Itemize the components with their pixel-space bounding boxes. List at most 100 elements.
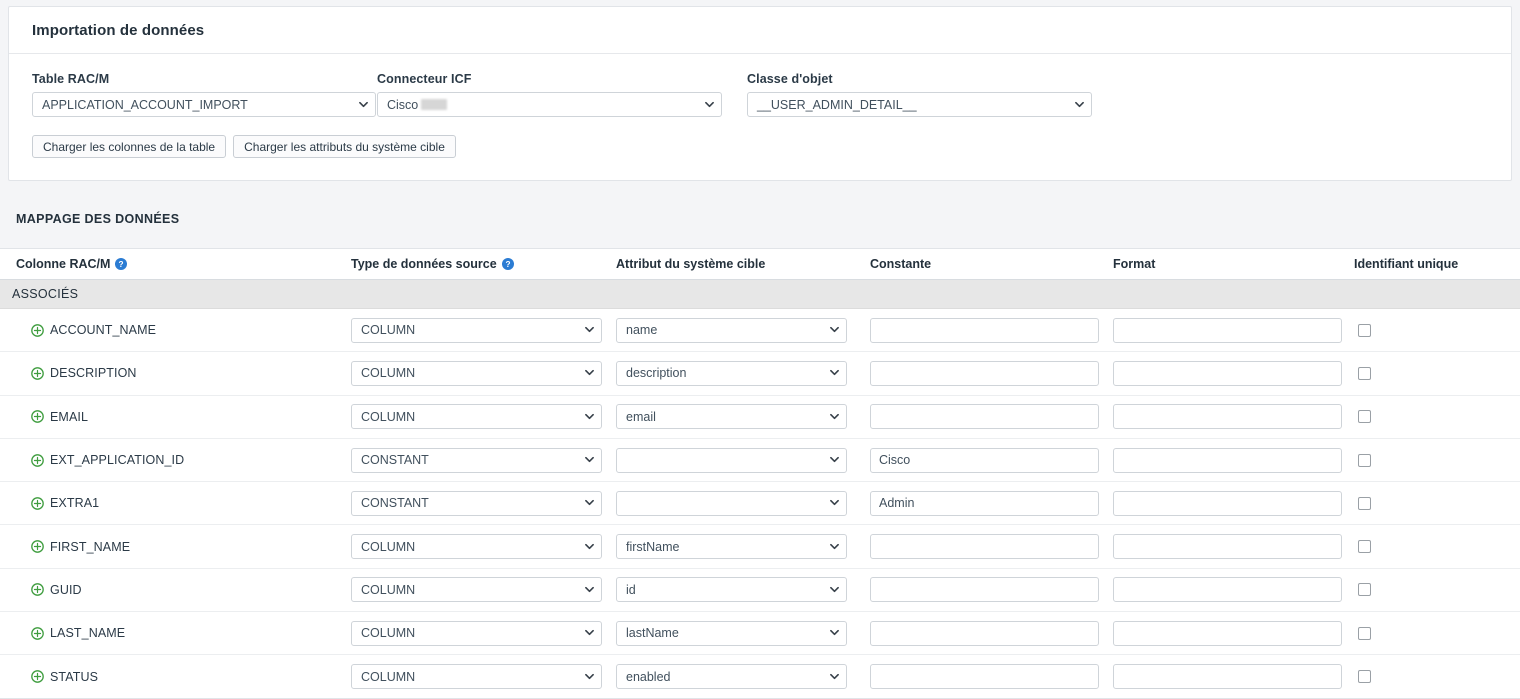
plus-circle-icon[interactable] [31, 323, 44, 337]
unique-id-checkbox[interactable] [1358, 410, 1371, 424]
format-input[interactable] [1113, 534, 1342, 560]
select-source-data-type[interactable]: COLUMN [351, 577, 602, 603]
svg-text:?: ? [119, 260, 124, 269]
load-target-attributes-button[interactable]: Charger les attributs du système cible [233, 135, 456, 158]
column-header-racm-column-label: Colonne RAC/M [16, 257, 111, 271]
table-row: ACCOUNT_NAME COLUMN name [0, 309, 1520, 353]
select-table-racm[interactable]: APPLICATION_ACCOUNT_IMPORT [32, 92, 376, 117]
cell-racm-column: ACCOUNT_NAME [0, 323, 348, 337]
plus-circle-icon[interactable] [31, 453, 44, 467]
select-target-attribute[interactable]: email [616, 404, 847, 430]
select-target-attribute[interactable] [616, 447, 847, 473]
cell-format [1110, 317, 1354, 343]
format-input[interactable] [1113, 404, 1342, 430]
cell-unique-id [1354, 626, 1520, 640]
mapping-section-title: MAPPAGE DES DONNÉES [16, 212, 180, 226]
chevron-down-icon [830, 455, 839, 464]
select-target-attribute[interactable]: description [616, 360, 847, 386]
racm-column-name: EXT_APPLICATION_ID [16, 453, 348, 467]
help-circle-icon[interactable]: ? [501, 258, 514, 270]
format-input[interactable] [1113, 447, 1342, 473]
constant-input[interactable] [870, 360, 1099, 386]
select-target-attribute[interactable] [616, 490, 847, 516]
select-object-class-value: __USER_ADMIN_DETAIL__ [757, 97, 917, 112]
select-target-attribute[interactable]: id [616, 577, 847, 603]
select-target-attribute[interactable]: lastName [616, 620, 847, 646]
racm-column-name: EMAIL [16, 410, 348, 424]
select-source-data-type[interactable]: COLUMN [351, 317, 602, 343]
format-input[interactable] [1113, 664, 1342, 690]
racm-column-label: EMAIL [50, 409, 89, 424]
select-source-data-type[interactable]: COLUMN [351, 534, 602, 560]
load-table-columns-button[interactable]: Charger les colonnes de la table [32, 135, 227, 158]
select-source-data-type[interactable]: COLUMN [351, 360, 602, 386]
unique-id-checkbox[interactable] [1358, 540, 1371, 554]
help-circle-icon[interactable]: ? [115, 258, 128, 270]
constant-input[interactable] [870, 577, 1099, 603]
label-connector-icf: Connecteur ICF [377, 72, 472, 86]
format-input[interactable] [1113, 360, 1342, 386]
select-source-data-type-value: COLUMN [361, 539, 416, 554]
unique-id-checkbox[interactable] [1358, 453, 1371, 467]
select-source-data-type[interactable]: CONSTANT [351, 447, 602, 473]
constant-input[interactable] [870, 664, 1099, 690]
plus-circle-icon[interactable] [31, 540, 44, 553]
cell-source-data-type: COLUMN [348, 317, 613, 343]
constant-input[interactable] [870, 534, 1099, 560]
select-object-class[interactable]: __USER_ADMIN_DETAIL__ [747, 92, 1092, 117]
format-input[interactable] [1113, 490, 1342, 516]
format-input[interactable] [1113, 577, 1342, 603]
racm-column-label: GUID [50, 582, 82, 597]
select-source-data-type[interactable]: COLUMN [351, 664, 602, 690]
column-header-source-data-type-label: Type de données source [351, 257, 497, 271]
cell-format [1110, 360, 1354, 386]
chevron-down-icon [585, 412, 594, 421]
plus-circle-icon[interactable] [31, 670, 44, 683]
select-connector-icf[interactable]: Cisco [377, 92, 722, 117]
select-target-attribute-value: firstName [626, 539, 680, 554]
unique-id-checkbox[interactable] [1358, 626, 1371, 640]
select-source-data-type[interactable]: COLUMN [351, 404, 602, 430]
format-input[interactable] [1113, 317, 1342, 343]
unique-id-checkbox[interactable] [1358, 583, 1371, 597]
racm-column-label: LAST_NAME [50, 626, 126, 641]
constant-input[interactable] [870, 404, 1099, 430]
plus-circle-icon[interactable] [31, 496, 44, 510]
cell-constant [868, 360, 1110, 386]
select-target-attribute[interactable]: name [616, 317, 847, 343]
chevron-down-icon [830, 542, 839, 551]
constant-input[interactable] [870, 447, 1099, 473]
table-row: GUID COLUMN id [0, 568, 1520, 613]
unique-id-checkbox[interactable] [1358, 670, 1371, 684]
chevron-down-icon [359, 100, 368, 109]
select-source-data-type-value: CONSTANT [361, 453, 429, 468]
constant-input[interactable] [870, 490, 1099, 516]
plus-circle-icon[interactable] [31, 583, 44, 597]
select-source-data-type-value: COLUMN [361, 366, 416, 381]
select-target-attribute[interactable]: firstName [616, 534, 847, 560]
cell-source-data-type: COLUMN [348, 534, 613, 560]
cell-racm-column: FIRST_NAME [0, 540, 348, 554]
unique-id-checkbox[interactable] [1358, 366, 1371, 380]
cell-source-data-type: CONSTANT [348, 447, 613, 473]
constant-input[interactable] [870, 317, 1099, 343]
unique-id-checkbox[interactable] [1358, 323, 1371, 337]
cell-source-data-type: COLUMN [348, 620, 613, 646]
plus-circle-icon[interactable] [31, 367, 44, 380]
column-header-target-attribute: Attribut du système cible [616, 257, 766, 271]
select-target-attribute[interactable]: enabled [616, 664, 847, 690]
format-input[interactable] [1113, 620, 1342, 646]
plus-circle-icon[interactable] [31, 626, 44, 640]
select-source-data-type[interactable]: COLUMN [351, 620, 602, 646]
cell-unique-id [1354, 496, 1520, 510]
mapping-table-header: Colonne RAC/M ? Type de données source ?… [0, 249, 1520, 280]
cell-racm-column: EMAIL [0, 410, 348, 424]
constant-input[interactable] [870, 620, 1099, 646]
redacted-text-block [421, 99, 448, 110]
cell-format [1110, 577, 1354, 603]
unique-id-checkbox[interactable] [1358, 496, 1371, 510]
plus-circle-icon[interactable] [31, 410, 44, 424]
racm-column-name: STATUS [16, 670, 348, 684]
select-source-data-type[interactable]: CONSTANT [351, 490, 602, 516]
racm-column-label: EXTRA1 [50, 496, 100, 511]
